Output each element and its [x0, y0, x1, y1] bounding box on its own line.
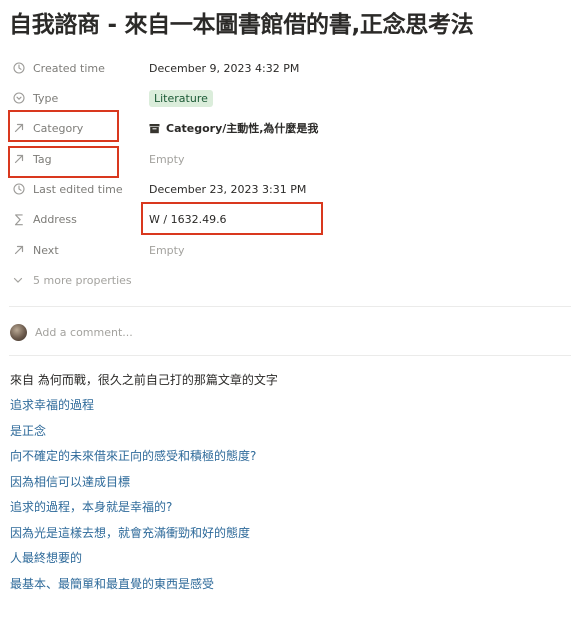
- property-label-next[interactable]: Next: [12, 236, 132, 264]
- body-text-line[interactable]: 來自 為何而戰，很久之前自己打的那篇文章的文字: [10, 372, 278, 388]
- divider: [9, 306, 571, 307]
- body-link-line[interactable]: 因為光是這樣去想，就會充滿衝勁和好的態度: [10, 525, 250, 541]
- comment-placeholder[interactable]: Add a comment...: [35, 326, 133, 339]
- highlight-box-tag: [8, 146, 119, 178]
- property-value-category[interactable]: Category/主動性,為什麼是我: [149, 114, 318, 142]
- select-icon: [12, 91, 26, 105]
- property-label-text: Last edited time: [33, 182, 123, 196]
- property-type[interactable]: Type Literature: [0, 84, 579, 112]
- property-label-text: Type: [33, 91, 59, 105]
- body-link-line[interactable]: 因為相信可以達成目標: [10, 474, 130, 490]
- avatar: [10, 323, 27, 341]
- property-label-created-time[interactable]: Created time: [12, 54, 132, 82]
- category-link[interactable]: Category/主動性,為什麼是我: [166, 120, 318, 136]
- body-link-line[interactable]: 追求幸福的過程: [10, 397, 94, 413]
- property-next[interactable]: Next Empty: [0, 236, 579, 264]
- property-value-type[interactable]: Literature: [149, 84, 213, 112]
- type-tag[interactable]: Literature: [149, 89, 213, 107]
- body-link-line[interactable]: 向不確定的未來借來正向的感受和積極的態度?: [10, 448, 256, 464]
- property-label-text: Address: [33, 212, 77, 226]
- archive-box-icon: [149, 123, 160, 134]
- divider: [9, 355, 571, 356]
- property-value-last-edited: December 23, 2023 3:31 PM: [149, 182, 307, 196]
- highlight-box-category: [8, 110, 119, 142]
- property-label-address[interactable]: ∑ Address: [12, 205, 132, 233]
- property-label-text: Next: [33, 243, 59, 257]
- body-link-line[interactable]: 人最終想要的: [10, 550, 82, 566]
- clock-icon: [12, 182, 26, 196]
- relation-arrow-icon: [12, 243, 26, 257]
- property-last-edited-time[interactable]: Last edited time December 23, 2023 3:31 …: [0, 175, 579, 203]
- property-value-created-time: December 9, 2023 4:32 PM: [149, 61, 300, 75]
- highlight-box-address: [141, 202, 323, 235]
- property-label-text: Created time: [33, 61, 105, 75]
- property-label-type[interactable]: Type: [12, 84, 132, 112]
- property-created-time[interactable]: Created time December 9, 2023 4:32 PM: [0, 54, 579, 82]
- sigma-icon: ∑: [14, 212, 24, 226]
- property-value-next[interactable]: Empty: [149, 236, 184, 264]
- body-link-line[interactable]: 是正念: [10, 423, 46, 439]
- body-link-line[interactable]: 最基本、最簡單和最直覺的東西是感受: [10, 576, 214, 592]
- more-properties-toggle[interactable]: 5 more properties: [12, 270, 132, 290]
- page-title[interactable]: 自我諮商 - 來自一本圖書館借的書,正念思考法: [9, 8, 574, 42]
- comment-input[interactable]: Add a comment...: [10, 322, 133, 342]
- chevron-down-icon: [12, 274, 26, 286]
- property-value-tag[interactable]: Empty: [149, 145, 184, 173]
- clock-icon: [12, 61, 26, 75]
- more-properties-label: 5 more properties: [33, 273, 132, 287]
- property-label-last-edited[interactable]: Last edited time: [12, 175, 132, 203]
- body-link-line[interactable]: 追求的過程，本身就是幸福的?: [10, 499, 172, 515]
